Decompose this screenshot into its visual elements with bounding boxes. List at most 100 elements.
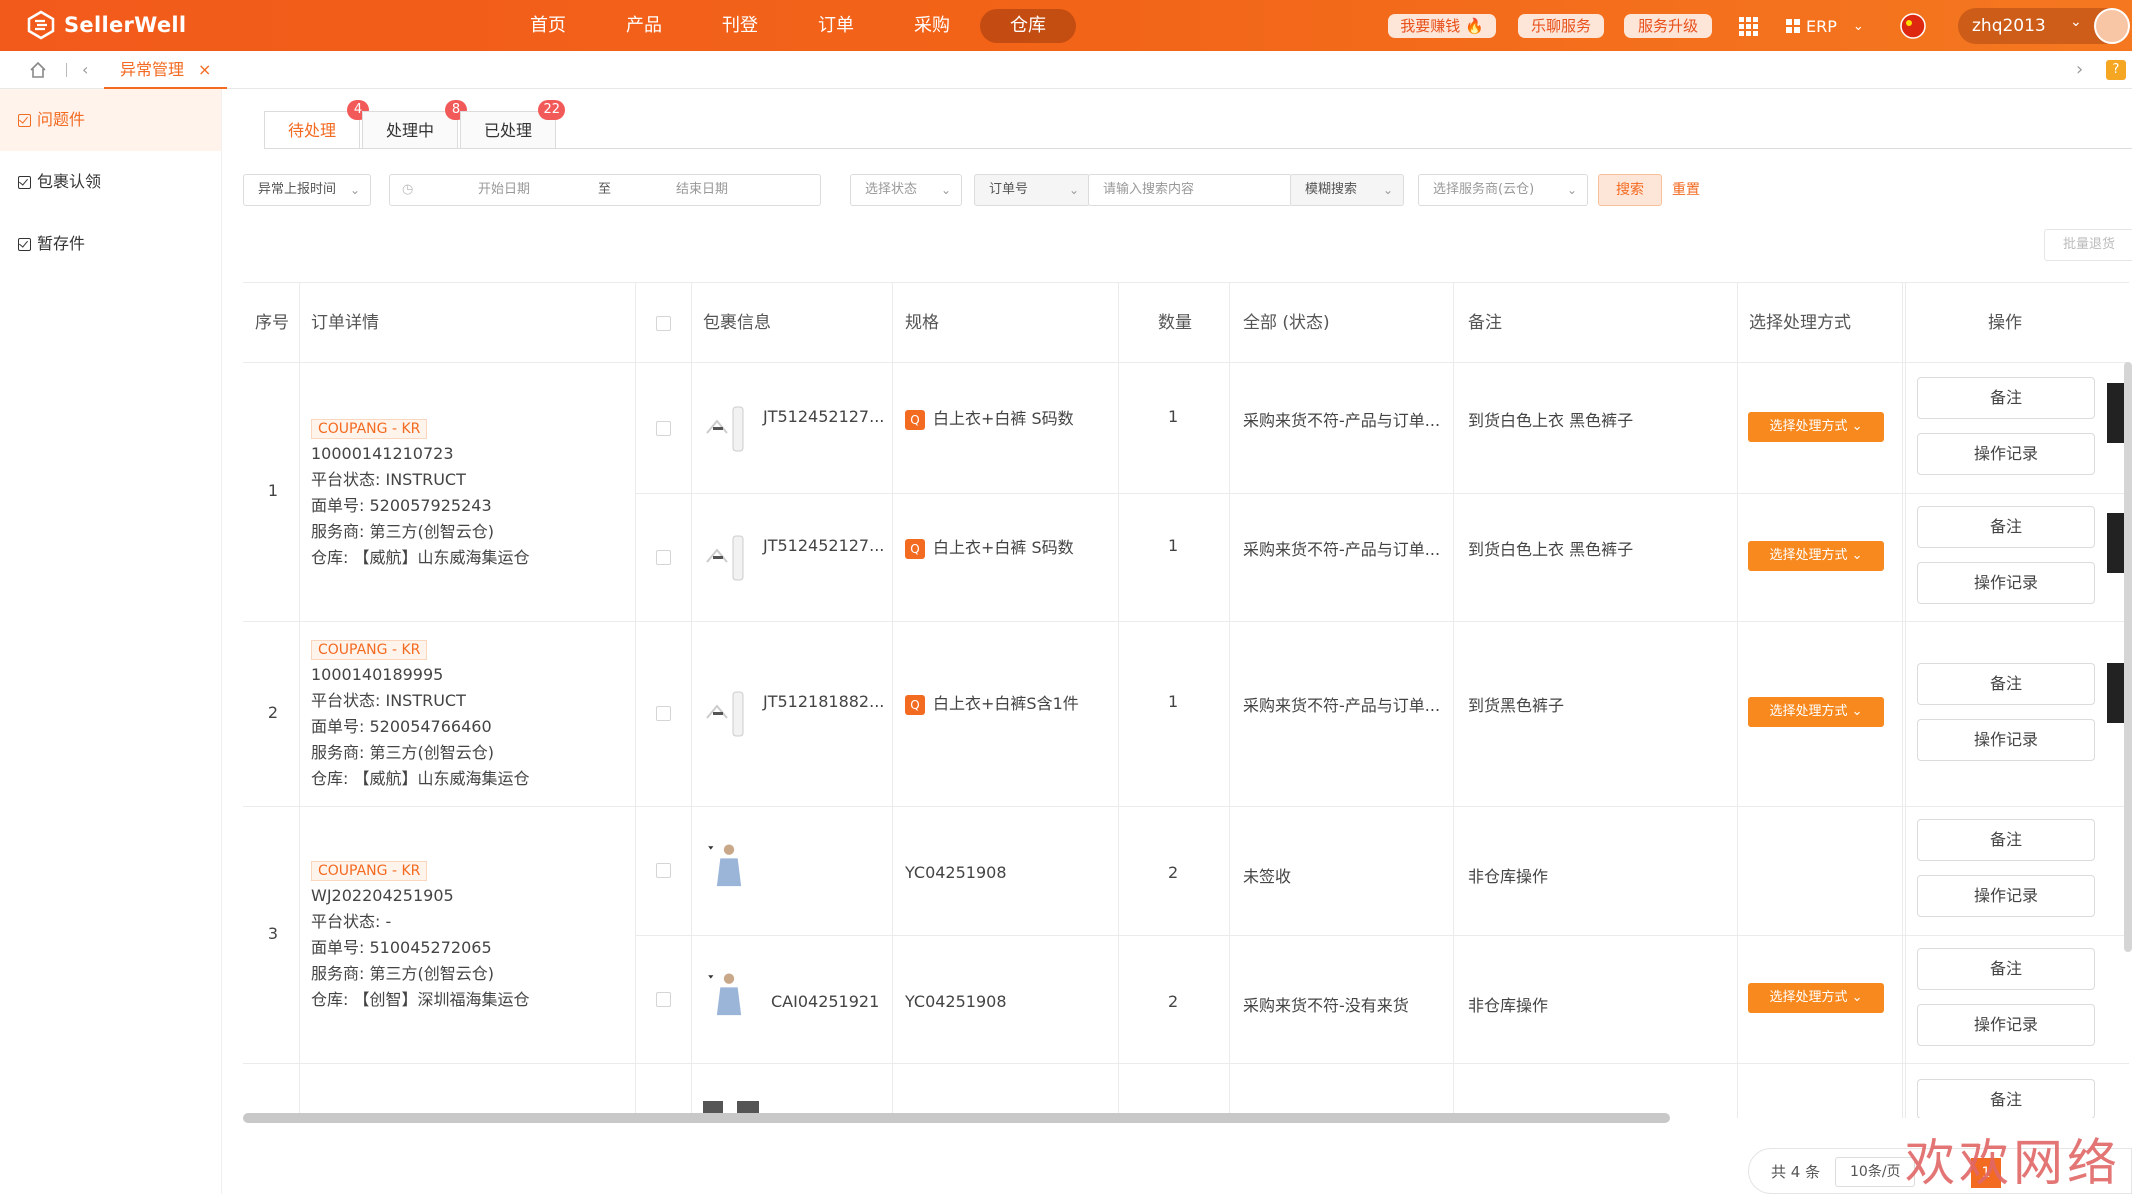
remark-button[interactable]: 备注 bbox=[1917, 1079, 2095, 1118]
quantity: 1 bbox=[1168, 407, 1179, 426]
platform-status: 平台状态: INSTRUCT bbox=[311, 691, 466, 710]
remark-button[interactable]: 备注 bbox=[1917, 377, 2095, 419]
sidebar-item-claim[interactable]: 包裹认领 bbox=[0, 151, 221, 213]
product-thumbnail[interactable] bbox=[703, 403, 755, 455]
search-icon[interactable]: Q bbox=[905, 694, 925, 715]
package-number[interactable]: CAI04251921 bbox=[771, 992, 879, 1011]
row-checkbox[interactable] bbox=[656, 706, 671, 721]
search-field-select[interactable]: 订单号 ⌄ bbox=[974, 174, 1090, 206]
nav-orders[interactable]: 订单 bbox=[788, 9, 884, 43]
remark-button[interactable]: 备注 bbox=[1917, 819, 2095, 861]
search-icon[interactable]: Q bbox=[905, 409, 925, 430]
horizontal-scrollbar[interactable] bbox=[243, 1113, 1670, 1123]
divider bbox=[635, 493, 2129, 494]
row-checkbox[interactable] bbox=[656, 992, 671, 1007]
tab-processing[interactable]: 处理中 8 bbox=[362, 100, 467, 149]
search-input[interactable]: 请输入搜索内容 bbox=[1088, 174, 1292, 206]
header-ops: 操作 bbox=[1988, 313, 2022, 333]
watermark: 欢欢网络 bbox=[1905, 1134, 2121, 1192]
page-size-select[interactable]: 10条/页 bbox=[1835, 1157, 1915, 1187]
erp-menu[interactable]: ERP ⌄ bbox=[1786, 14, 1864, 38]
nav-home[interactable]: 首页 bbox=[500, 9, 596, 43]
chevron-down-icon: ⌄ bbox=[1382, 183, 1393, 197]
row-checkbox[interactable] bbox=[656, 421, 671, 436]
spec-text: 白上衣+白裤 S码数 bbox=[933, 409, 1074, 428]
remark-button[interactable]: 备注 bbox=[1917, 663, 2095, 705]
match-mode-select[interactable]: 模糊搜索 ⌄ bbox=[1290, 174, 1404, 206]
quantity: 1 bbox=[1168, 536, 1179, 555]
operation-log-button[interactable]: 操作记录 bbox=[1917, 433, 2095, 475]
status-select[interactable]: 选择状态 ⌄ bbox=[850, 174, 962, 206]
earn-button[interactable]: 我要赚钱 🔥 bbox=[1388, 14, 1496, 38]
order-number[interactable]: WJ202204251905 bbox=[311, 883, 529, 909]
start-date-input[interactable]: 开始日期 bbox=[478, 175, 530, 205]
chevron-left-icon[interactable]: ‹ bbox=[82, 60, 88, 79]
row-checkbox[interactable] bbox=[656, 550, 671, 565]
divider bbox=[264, 148, 2132, 149]
divider bbox=[1118, 283, 1119, 1118]
product-thumbnail[interactable] bbox=[703, 841, 755, 893]
select-all-checkbox[interactable] bbox=[656, 316, 671, 331]
select-method-button[interactable]: 选择处理方式 ⌄ bbox=[1748, 412, 1884, 442]
operation-log-button[interactable]: 操作记录 bbox=[1917, 1004, 2095, 1046]
select-method-button[interactable]: 选择处理方式 ⌄ bbox=[1748, 983, 1884, 1013]
package-number[interactable]: JT512181882... bbox=[763, 692, 884, 711]
tab-exception-management[interactable]: 异常管理 × bbox=[104, 55, 228, 89]
close-icon[interactable]: × bbox=[198, 55, 211, 87]
product-thumbnail[interactable] bbox=[703, 688, 755, 740]
top-nav: SellerWell 首页 产品 刊登 订单 采购 仓库 我要赚钱 🔥 乐聊服务… bbox=[0, 0, 2132, 51]
search-button[interactable]: 搜索 bbox=[1598, 174, 1662, 206]
date-range-picker[interactable]: ◷ 开始日期 至 结束日期 bbox=[389, 174, 821, 206]
batch-return-button[interactable]: 批量退货 bbox=[2044, 229, 2132, 261]
nav-warehouse[interactable]: 仓库 bbox=[980, 9, 1076, 43]
home-icon[interactable] bbox=[28, 60, 48, 80]
button-label: 选择处理方式 bbox=[1769, 548, 1848, 563]
upgrade-button[interactable]: 服务升级 bbox=[1624, 14, 1712, 38]
apps-grid-icon[interactable] bbox=[1738, 14, 1758, 38]
select-method-button[interactable]: 选择处理方式 ⌄ bbox=[1748, 541, 1884, 571]
divider bbox=[691, 283, 692, 1118]
platform-tag: COUPANG - KR bbox=[311, 419, 428, 439]
order-number[interactable]: 10000141210723 bbox=[311, 441, 529, 467]
package-number[interactable]: JT512452127... bbox=[763, 407, 884, 426]
nav-purchase[interactable]: 采购 bbox=[884, 9, 980, 43]
product-thumbnail[interactable] bbox=[703, 532, 755, 584]
sidebar-item-label: 问题件 bbox=[37, 110, 86, 129]
search-icon[interactable]: Q bbox=[905, 538, 925, 559]
username: zhq2013 bbox=[1972, 16, 2046, 36]
order-number[interactable]: 1000140189995 bbox=[311, 662, 529, 688]
time-type-select[interactable]: 异常上报时间 ⌄ bbox=[243, 174, 371, 206]
tab-processed[interactable]: 已处理 22 bbox=[460, 100, 565, 149]
operation-log-button[interactable]: 操作记录 bbox=[1917, 875, 2095, 917]
operation-log-button[interactable]: 操作记录 bbox=[1917, 719, 2095, 761]
nav-listing[interactable]: 刊登 bbox=[692, 9, 788, 43]
spec-text: 白上衣+白裤 S码数 bbox=[933, 538, 1074, 557]
header-status[interactable]: 全部 (状态) bbox=[1243, 283, 1330, 363]
feedback-icon[interactable]: ? bbox=[2106, 60, 2126, 80]
end-date-input[interactable]: 结束日期 bbox=[676, 175, 728, 205]
package-number[interactable]: JT512452127... bbox=[763, 536, 884, 555]
tab-pending[interactable]: 待处理 4 bbox=[264, 100, 369, 149]
header-spec: 规格 bbox=[905, 313, 939, 333]
language-flag-icon[interactable] bbox=[1900, 13, 1926, 39]
brand-logo[interactable]: SellerWell bbox=[26, 9, 186, 41]
chat-service-button[interactable]: 乐聊服务 bbox=[1518, 14, 1604, 38]
remark-button[interactable]: 备注 bbox=[1917, 506, 2095, 548]
row-checkbox[interactable] bbox=[656, 863, 671, 878]
chevron-right-icon[interactable]: › bbox=[2076, 59, 2083, 80]
reset-button[interactable]: 重置 bbox=[1672, 174, 1700, 206]
vertical-scrollbar[interactable] bbox=[2124, 362, 2132, 952]
avatar[interactable] bbox=[2094, 8, 2130, 44]
button-label: 选择处理方式 bbox=[1769, 704, 1848, 719]
user-menu[interactable]: zhq2013 ⌄ bbox=[1958, 8, 2130, 44]
sidebar-item-staging[interactable]: 暂存件 bbox=[0, 213, 221, 275]
status-text: 采购来货不符-产品与订单... bbox=[1243, 540, 1441, 559]
remark-button[interactable]: 备注 bbox=[1917, 948, 2095, 990]
nav-product[interactable]: 产品 bbox=[596, 9, 692, 43]
operation-log-button[interactable]: 操作记录 bbox=[1917, 562, 2095, 604]
sidebar-item-problem[interactable]: 问题件 bbox=[0, 89, 221, 151]
provider-select[interactable]: 选择服务商(云仓) ⌄ bbox=[1418, 174, 1588, 206]
sidebar-item-label: 包裹认领 bbox=[37, 172, 102, 191]
product-thumbnail[interactable] bbox=[703, 970, 755, 1022]
select-method-button[interactable]: 选择处理方式 ⌄ bbox=[1748, 697, 1884, 727]
